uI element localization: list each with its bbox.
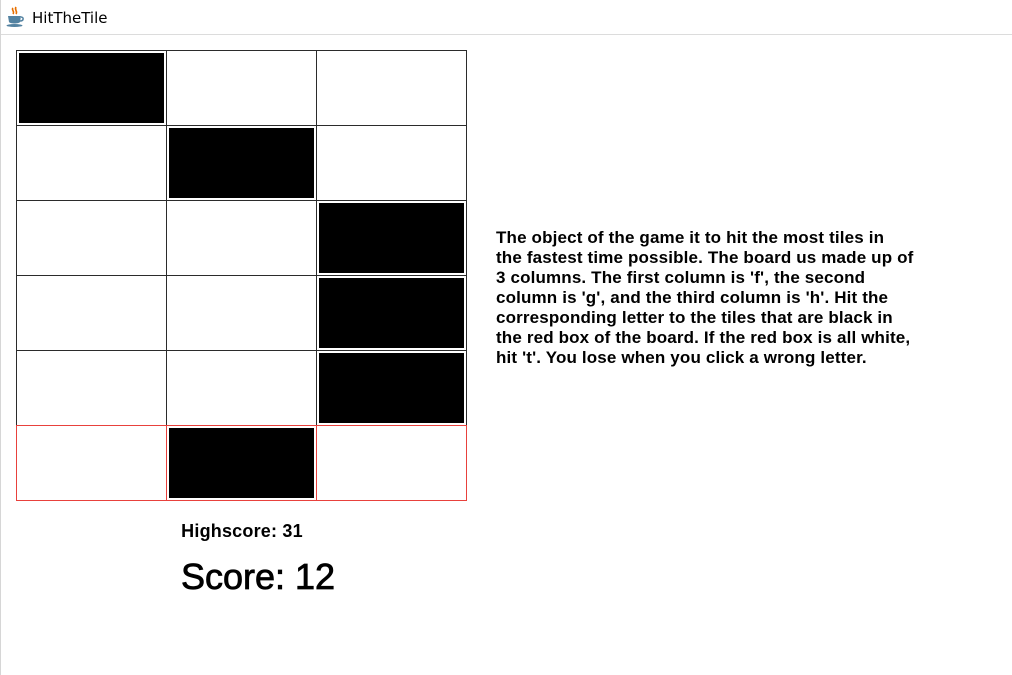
black-tile <box>319 353 464 423</box>
tile-r3-c0 <box>16 275 167 351</box>
tile-r1-c0 <box>16 125 167 201</box>
tile-board <box>16 50 468 502</box>
tile-r4-c2 <box>316 350 467 426</box>
instructions-text: The object of the game it to hit the mos… <box>496 228 991 368</box>
tile-r1-c1 <box>166 125 317 201</box>
game-window: HitTheTile Highscore: 31 Score: 12 The o… <box>0 0 1012 675</box>
instructions-line: column is 'g', and the third column is '… <box>496 288 889 307</box>
black-tile <box>19 53 164 123</box>
highscore-label: Highscore: 31 <box>181 521 303 541</box>
black-tile <box>319 203 464 273</box>
tile-r0-c1 <box>166 50 317 126</box>
tile-r3-c2 <box>316 275 467 351</box>
instructions-line: the red box of the board. If the red box… <box>496 328 911 347</box>
tile-r4-c1 <box>166 350 317 426</box>
tile-r0-c0 <box>16 50 167 126</box>
instructions-line: 3 columns. The first column is 'f', the … <box>496 268 866 287</box>
instructions-line: corresponding letter to the tiles that a… <box>496 308 893 327</box>
window-title: HitTheTile <box>32 9 108 27</box>
black-tile <box>169 128 314 198</box>
instructions-line: the fastest time possible. The board us … <box>496 248 914 267</box>
instructions-line: hit 't'. You lose when you click a wrong… <box>496 348 867 367</box>
score-label: Score: 12 <box>180 556 336 598</box>
tile-r4-c0 <box>16 350 167 426</box>
tile-r1-c2 <box>316 125 467 201</box>
red-box-cell <box>316 425 467 501</box>
red-box-cell <box>16 425 167 501</box>
tile-r3-c1 <box>166 275 317 351</box>
title-bar[interactable]: HitTheTile <box>1 0 1012 35</box>
tile-r2-c2 <box>316 200 467 276</box>
instructions-line: The object of the game it to hit the mos… <box>496 228 885 247</box>
red-box-cell <box>166 425 317 501</box>
tile-r0-c2 <box>316 50 467 126</box>
java-cup-icon <box>6 6 24 27</box>
tile-r2-c0 <box>16 200 167 276</box>
tile-r2-c1 <box>166 200 317 276</box>
black-tile <box>319 278 464 348</box>
